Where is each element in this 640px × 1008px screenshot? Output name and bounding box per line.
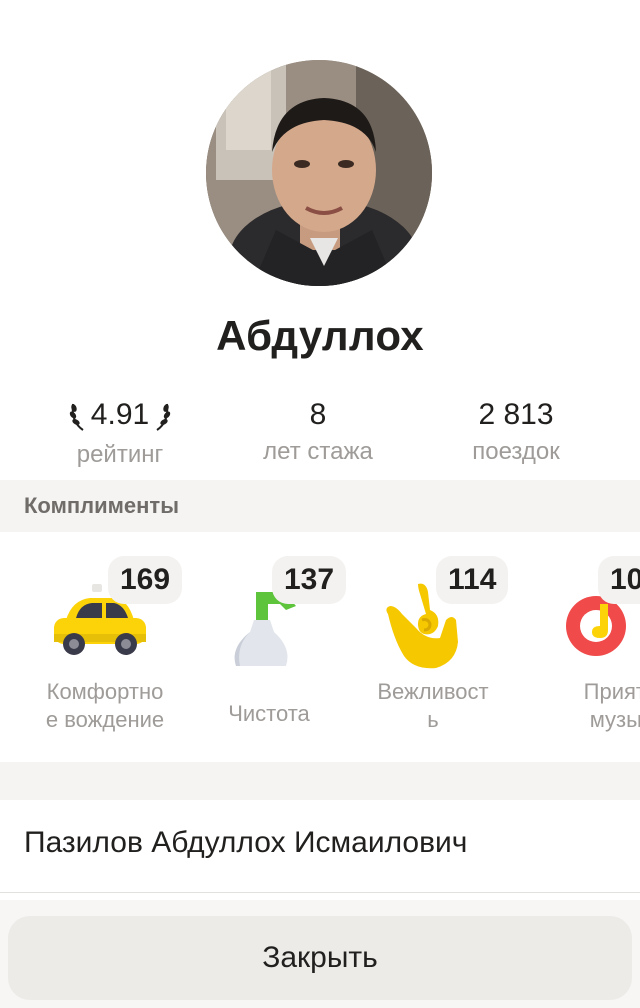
compliment-label-line1: Вежливост [377,679,489,704]
compliment-label-line1: Приятна [583,679,640,704]
compliment-label-line1: Чистота [228,701,310,726]
compliment-cleanliness[interactable]: 137 Чистота [184,532,354,762]
compliment-count: 10 [598,556,640,604]
stat-rating: 4.91 рейтинг [20,396,220,469]
divider-line [0,892,640,893]
driver-stats: 4.91 рейтинг 8 лет стажа 2 813 поездок [0,396,640,476]
driver-name: Абдуллох [216,312,424,359]
driver-photo [206,60,432,286]
driver-profile-sheet: Абдуллох 4.91 рейтинг 8 лет стажа 2 813 … [0,0,640,1008]
compliment-politeness[interactable]: 114 Вежливост ь [348,532,518,762]
compliment-label-line2: е вождение [45,707,165,732]
trips-label: поездок [472,438,560,465]
compliments-header: Комплименты [0,480,640,532]
trips-value: 2 813 [478,398,554,431]
laurel-right-icon [156,403,171,431]
compliment-comfort[interactable]: 169 Комфортно е вождение [20,532,190,762]
rating-value: 4.91 [90,398,150,431]
compliments-carousel[interactable]: 169 Комфортно е вождение 137 Чистота 114… [0,532,640,762]
rating-label: рейтинг [76,441,164,468]
driver-full-name: Пазилов Абдуллох Исмаилович [24,826,468,859]
close-button[interactable]: Закрыть [8,916,632,1000]
compliment-music[interactable]: 10 Приятна музыка [512,532,640,762]
compliment-count: 169 [108,556,183,604]
compliment-label-line1: Комфортно [46,679,164,704]
stat-experience: 8 лет стажа [218,396,418,466]
stat-trips: 2 813 поездок [416,396,616,466]
compliment-count: 137 [272,556,347,604]
compliment-label-line2: музыка [589,707,640,732]
compliment-count: 114 [436,556,509,604]
laurel-left-icon [69,403,84,431]
experience-label: лет стажа [263,438,373,465]
compliment-label-line2: ь [427,707,439,732]
experience-value: 8 [309,398,327,431]
driver-avatar [206,60,432,286]
section-divider [0,762,640,800]
